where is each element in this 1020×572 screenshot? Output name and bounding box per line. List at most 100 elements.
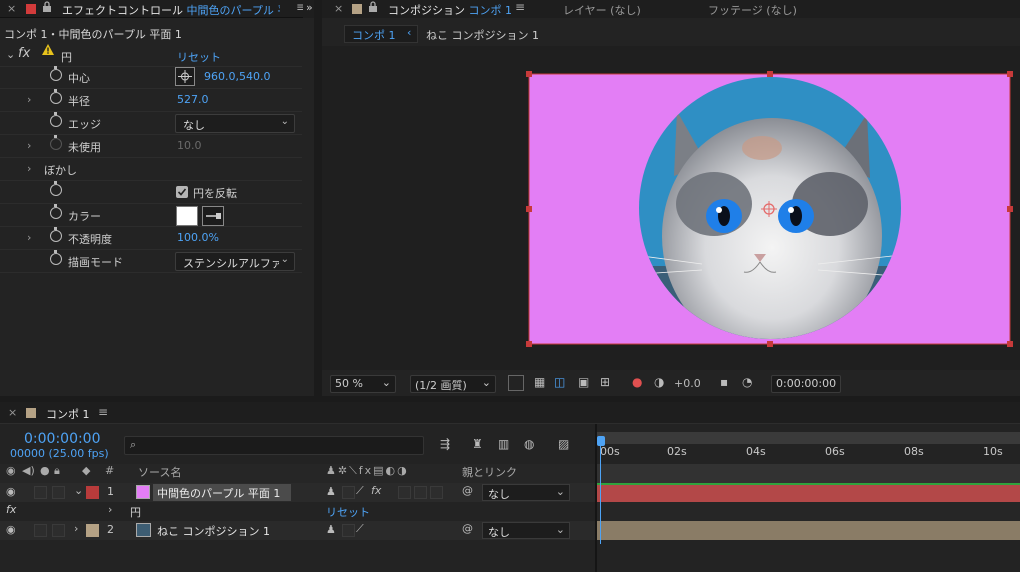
label-icon[interactable]: ◆ bbox=[82, 464, 90, 477]
lock-toggle[interactable] bbox=[52, 524, 65, 537]
fast-preview-icon[interactable] bbox=[508, 375, 524, 391]
parent-dropdown[interactable]: なし ⌄ bbox=[482, 522, 570, 539]
draft-3d-icon[interactable]: ♜ bbox=[472, 437, 483, 451]
motion-blur-switch[interactable] bbox=[398, 486, 411, 499]
graph-editor-icon[interactable]: ▨ bbox=[558, 437, 569, 451]
layer-bar-1[interactable] bbox=[597, 483, 1020, 502]
footage-tab[interactable]: フッテージ (なし) bbox=[708, 2, 797, 18]
transparency-grid-icon[interactable]: ▦ bbox=[534, 375, 545, 389]
col-source-name[interactable]: ソース名 bbox=[138, 464, 181, 480]
magnification-dropdown[interactable]: 50 % ⌄ bbox=[330, 375, 396, 393]
close-icon[interactable]: × bbox=[334, 2, 343, 15]
fx-switch-icon[interactable]: fx bbox=[371, 484, 381, 497]
channel-icon[interactable]: ● bbox=[632, 375, 642, 389]
invert-checkbox[interactable] bbox=[176, 186, 188, 198]
search-input[interactable] bbox=[147, 438, 417, 453]
work-area-bar[interactable] bbox=[597, 432, 1020, 444]
region-of-interest-icon[interactable]: ▣ bbox=[578, 375, 589, 389]
solo-toggle[interactable] bbox=[34, 524, 47, 537]
eyedropper-icon[interactable] bbox=[202, 206, 224, 226]
layer-tab[interactable]: レイヤー (なし) bbox=[563, 2, 641, 18]
reset-button[interactable]: リセット bbox=[177, 49, 221, 65]
guides-icon[interactable]: ⊞ bbox=[600, 375, 610, 389]
stopwatch-icon[interactable] bbox=[50, 227, 62, 242]
adjustment-switch[interactable] bbox=[414, 486, 427, 499]
chevron-down-icon[interactable]: ⌄ bbox=[6, 48, 15, 61]
fx-label[interactable]: fx bbox=[18, 46, 30, 61]
effect-controls-tab[interactable]: エフェクトコントロール 中間色のパープル 平 bbox=[62, 2, 280, 18]
color-management-icon[interactable]: ◑ bbox=[654, 375, 664, 389]
comp-canvas[interactable] bbox=[322, 46, 1020, 370]
panel-divider[interactable] bbox=[314, 0, 320, 396]
shy-layers-icon[interactable]: ▥ bbox=[498, 437, 509, 451]
timeline-tab[interactable]: コンポ 1 bbox=[46, 406, 90, 422]
layer-row-2[interactable]: ◉ › 2 ねこ コンポジション 1 ♟ ⟋ @ なし ⌄ bbox=[0, 521, 595, 540]
stopwatch-icon[interactable] bbox=[50, 66, 62, 81]
layer-name[interactable]: 中間色のパープル 平面 1 bbox=[153, 484, 291, 501]
quality-icon[interactable]: ⟋ bbox=[356, 522, 364, 536]
pickwhip-icon[interactable]: @ bbox=[462, 484, 473, 497]
chevron-right-icon[interactable]: › bbox=[27, 162, 31, 175]
3d-switch[interactable] bbox=[430, 486, 443, 499]
composition-viewer[interactable] bbox=[322, 46, 1020, 370]
audio-icon[interactable]: ◀) bbox=[22, 464, 35, 477]
edge-dropdown[interactable]: なし ⌄ bbox=[175, 114, 295, 133]
resolution-dropdown[interactable]: (1/2 画質) ⌄ bbox=[410, 375, 496, 393]
layer-row-1[interactable]: ◉ ⌄ 1 中間色のパープル 平面 1 ♟ ⟋ fx @ なし ⌄ bbox=[0, 483, 595, 502]
point-picker-icon[interactable] bbox=[175, 67, 195, 86]
chevron-right-icon[interactable]: › bbox=[27, 93, 31, 106]
close-icon[interactable]: × bbox=[8, 406, 17, 419]
effect-header-row[interactable]: ⌄ fx 円 リセット bbox=[0, 44, 302, 67]
chevron-right-icon[interactable]: › bbox=[27, 231, 31, 244]
exposure-value[interactable]: +0.0 bbox=[674, 377, 701, 390]
eye-icon[interactable]: ◉ bbox=[6, 523, 16, 536]
layer-name[interactable]: ねこ コンポジション 1 bbox=[157, 523, 270, 539]
playhead-line[interactable] bbox=[600, 444, 601, 544]
reset-button[interactable]: リセット bbox=[326, 504, 370, 520]
quality-switch[interactable] bbox=[342, 486, 355, 499]
stopwatch-icon[interactable] bbox=[50, 112, 62, 127]
breadcrumb-comp1[interactable]: コンポ 1 ‹ bbox=[344, 25, 418, 43]
panel-menu-icon[interactable]: ≡ bbox=[515, 0, 525, 14]
layer-bar-2[interactable] bbox=[597, 521, 1020, 540]
stopwatch-icon[interactable] bbox=[50, 181, 62, 196]
playhead-handle[interactable] bbox=[597, 436, 605, 446]
shy-icon[interactable]: ♟ bbox=[326, 523, 336, 536]
parent-dropdown[interactable]: なし ⌄ bbox=[482, 484, 570, 501]
color-swatch[interactable] bbox=[176, 206, 198, 226]
opacity-value[interactable]: 100.0% bbox=[177, 231, 219, 244]
center-value[interactable]: 960.0,540.0 bbox=[204, 70, 270, 83]
layer-label-color[interactable] bbox=[86, 486, 99, 499]
chevron-down-icon[interactable]: ⌄ bbox=[74, 484, 83, 497]
eye-icon[interactable]: ◉ bbox=[6, 464, 16, 477]
comp-mini-flowchart-icon[interactable]: ⇶ bbox=[440, 437, 450, 451]
chevron-right-icon[interactable]: › bbox=[108, 503, 112, 516]
timeline-timecode[interactable]: 0:00:00:00 bbox=[24, 431, 101, 447]
mask-visibility-icon[interactable]: ◫ bbox=[554, 375, 565, 389]
radius-value[interactable]: 527.0 bbox=[177, 93, 209, 106]
current-time-display[interactable]: 0:00:00:00 bbox=[771, 375, 841, 393]
stopwatch-icon[interactable] bbox=[50, 204, 62, 219]
col-parent[interactable]: 親とリンク bbox=[462, 464, 517, 480]
close-icon[interactable]: × bbox=[7, 2, 16, 15]
stopwatch-icon[interactable] bbox=[50, 250, 62, 265]
lock-column-icon[interactable]: 🔒︎ bbox=[54, 464, 60, 478]
shy-icon[interactable]: ♟ bbox=[326, 485, 336, 498]
solo-icon[interactable]: ● bbox=[40, 464, 50, 477]
blend-mode-dropdown[interactable]: ステンシルアルファ ⌄ bbox=[175, 252, 295, 271]
stopwatch-icon[interactable] bbox=[50, 89, 62, 104]
lock-icon[interactable] bbox=[368, 1, 378, 16]
panel-menu-icon[interactable]: ≡ bbox=[98, 405, 108, 419]
composition-tab[interactable]: コンポジション コンポ 1 bbox=[388, 2, 512, 18]
pickwhip-icon[interactable]: @ bbox=[462, 522, 473, 535]
layer-label-color[interactable] bbox=[86, 524, 99, 537]
frame-blending-icon[interactable]: ◍ bbox=[524, 437, 534, 451]
quality-icon[interactable]: ⟋ bbox=[356, 484, 364, 498]
lock-toggle[interactable] bbox=[52, 486, 65, 499]
time-ruler[interactable]: 00s 02s 04s 06s 08s 10s bbox=[597, 444, 1020, 464]
timeline-search[interactable]: ⌕ bbox=[124, 436, 424, 455]
solo-toggle[interactable] bbox=[34, 486, 47, 499]
chevron-right-icon[interactable]: › bbox=[74, 522, 78, 535]
layer-effect-row[interactable]: fx › 円 リセット bbox=[0, 502, 595, 521]
breadcrumb-cat-comp[interactable]: ねこ コンポジション 1 bbox=[426, 27, 539, 43]
